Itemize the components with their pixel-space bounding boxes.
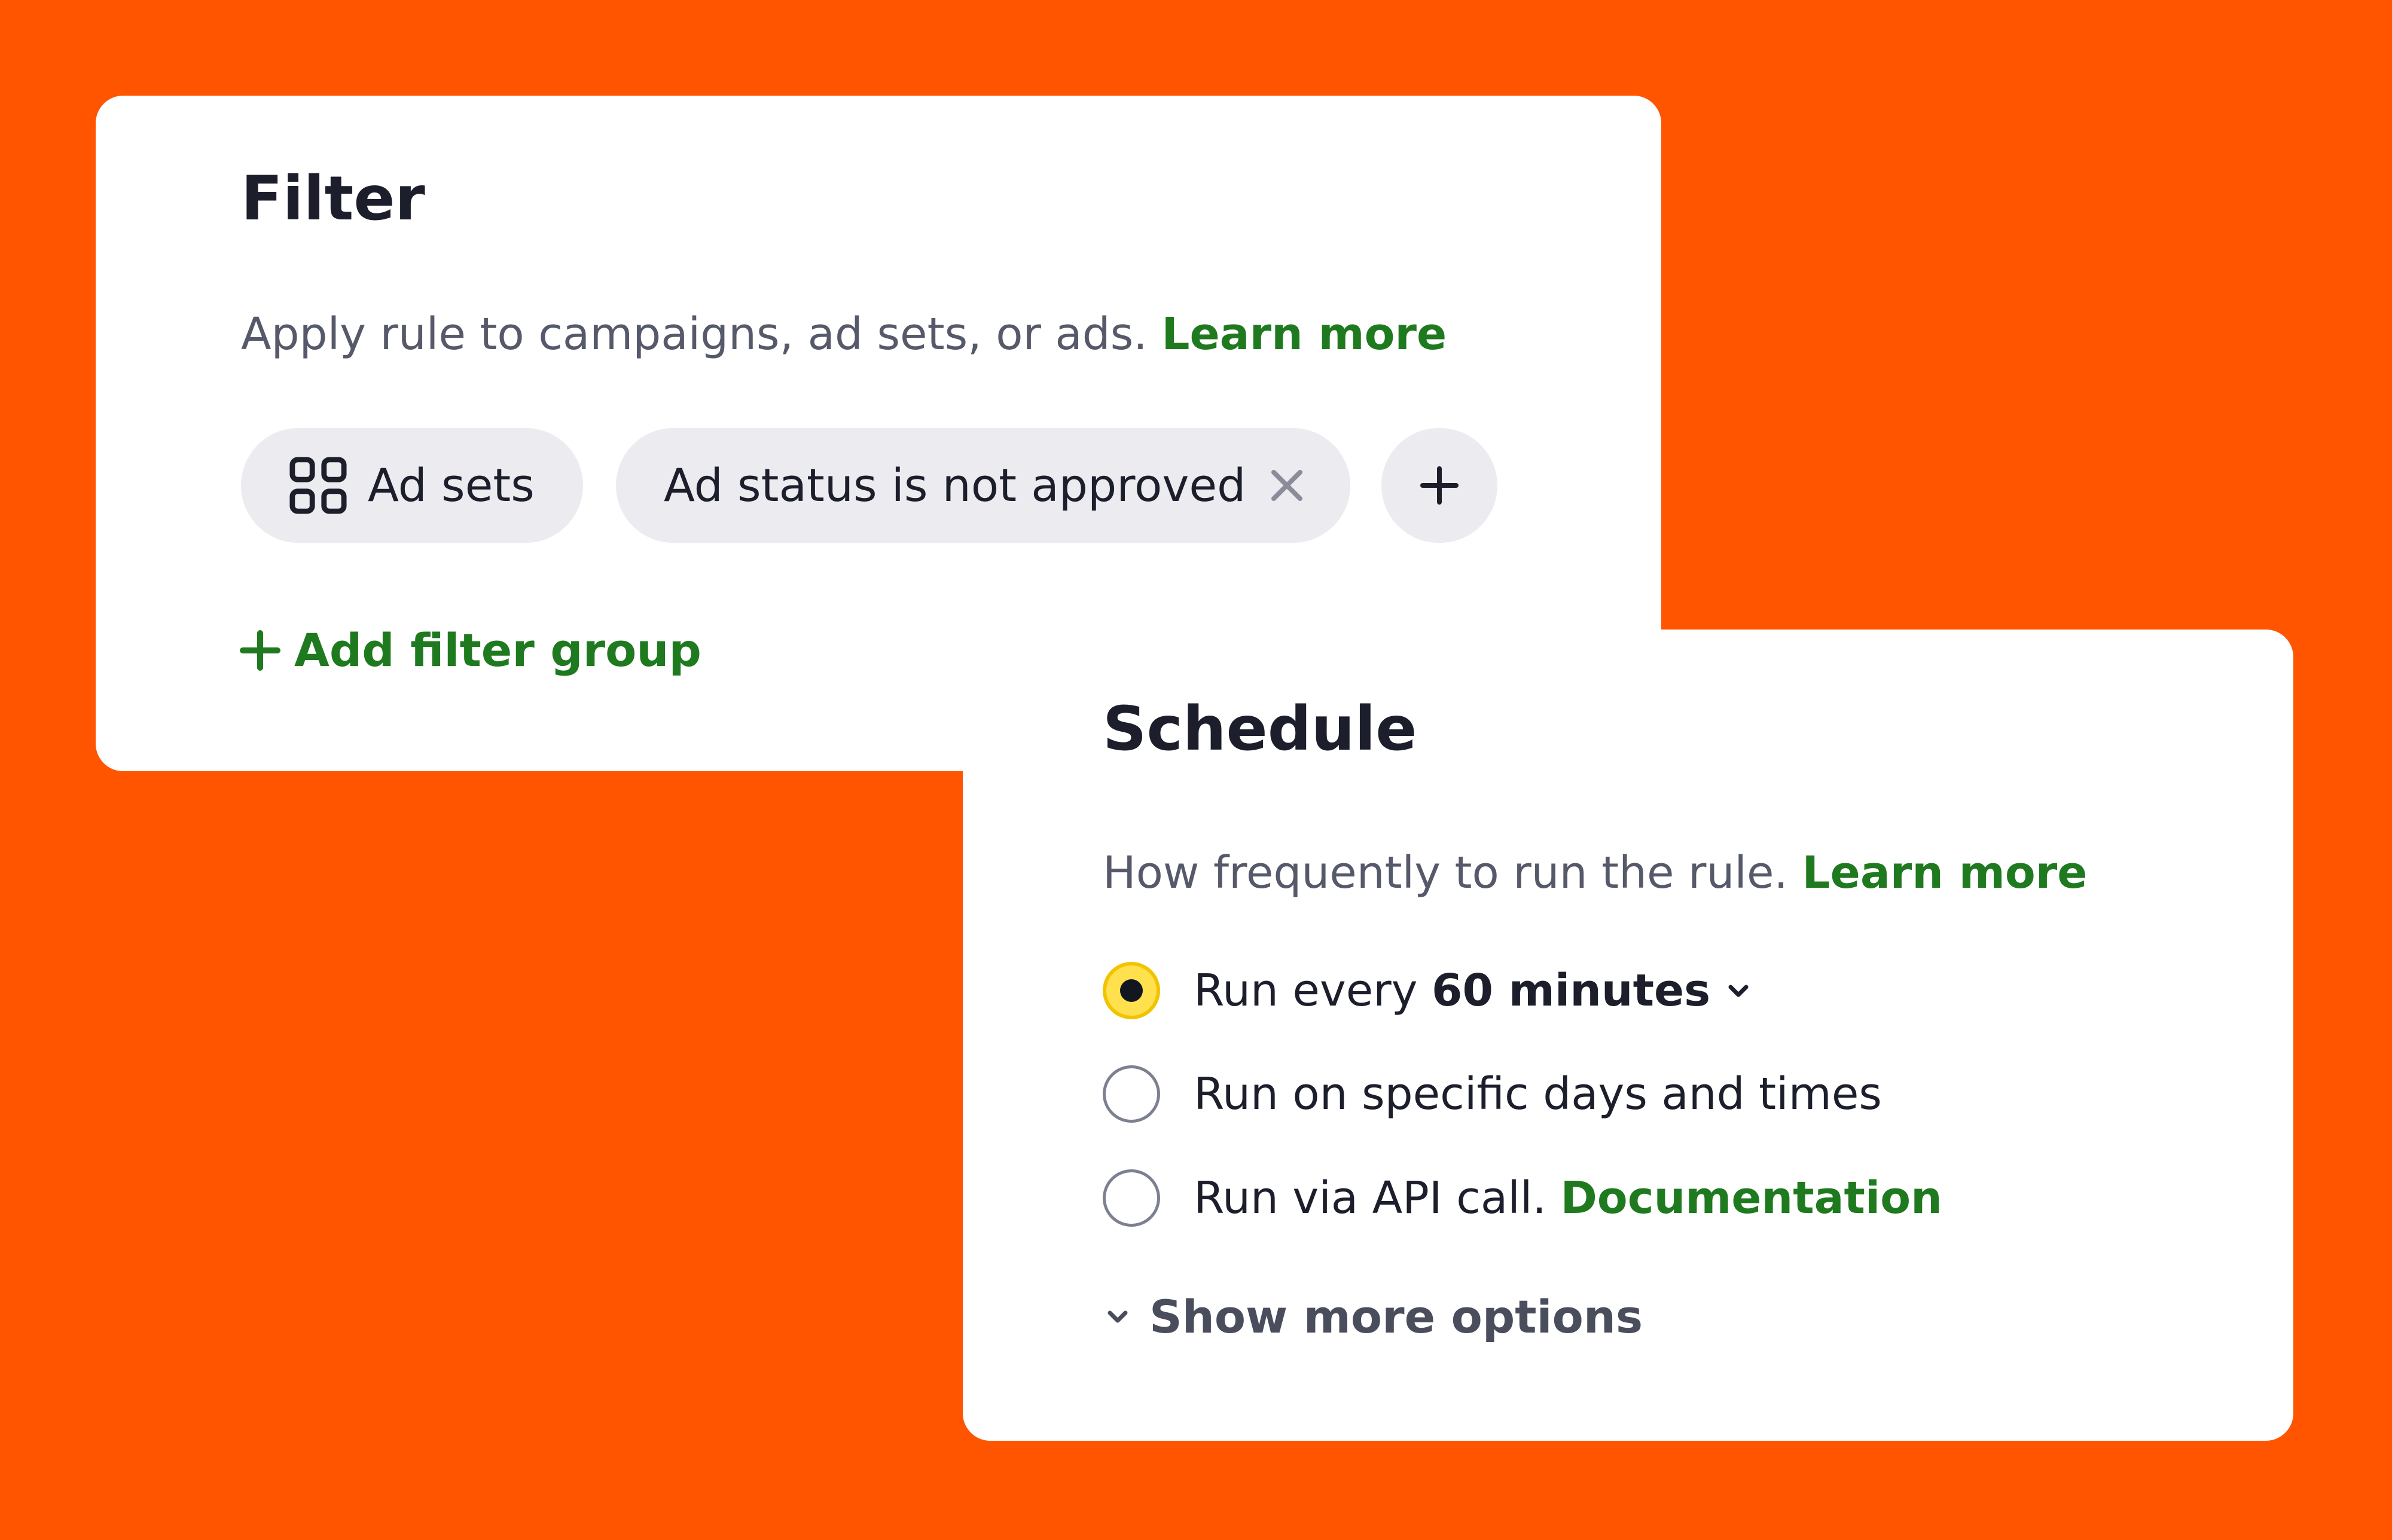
schedule-option-interval[interactable]: Run every 60 minutes bbox=[1103, 962, 1753, 1019]
show-more-options-label: Show more options bbox=[1149, 1290, 1643, 1343]
schedule-description-text: How frequently to run the rule. bbox=[1103, 847, 1788, 899]
filter-description-text: Apply rule to campaigns, ad sets, or ads… bbox=[241, 308, 1148, 360]
add-filter-group-button[interactable]: Add filter group bbox=[239, 628, 701, 673]
schedule-option-interval-label: Run every 60 minutes bbox=[1194, 968, 1753, 1013]
ad-sets-chip-label: Ad sets bbox=[368, 459, 535, 512]
radio-unselected[interactable] bbox=[1103, 1169, 1160, 1227]
interval-dropdown[interactable]: 60 minutes bbox=[1432, 968, 1753, 1013]
close-icon[interactable] bbox=[1265, 464, 1308, 507]
radio-unselected[interactable] bbox=[1103, 1065, 1160, 1123]
add-filter-button[interactable] bbox=[1381, 428, 1497, 543]
ad-status-filter-chip[interactable]: Ad status is not approved bbox=[616, 428, 1350, 543]
ad-sets-chip[interactable]: Ad sets bbox=[241, 428, 583, 543]
radio-selected[interactable] bbox=[1103, 962, 1160, 1019]
schedule-option-api-call[interactable]: Run via API call. Documentation bbox=[1103, 1169, 1942, 1227]
schedule-option-api-call-label: Run via API call. Documentation bbox=[1194, 1176, 1942, 1220]
schedule-option-specific-days-label: Run on specific days and times bbox=[1194, 1068, 1882, 1120]
documentation-link[interactable]: Documentation bbox=[1560, 1172, 1942, 1224]
interval-value: 60 minutes bbox=[1432, 965, 1711, 1016]
schedule-card: Schedule How frequently to run the rule.… bbox=[963, 630, 2293, 1441]
chevron-down-icon bbox=[1107, 1310, 1128, 1323]
filter-title: Filter bbox=[241, 163, 425, 234]
run-every-label: Run every bbox=[1194, 965, 1418, 1016]
show-more-options-toggle[interactable]: Show more options bbox=[1103, 1294, 1643, 1340]
schedule-option-specific-days[interactable]: Run on specific days and times bbox=[1103, 1065, 1882, 1123]
api-call-label: Run via API call. bbox=[1194, 1172, 1546, 1224]
plus-icon bbox=[240, 630, 280, 671]
ad-status-filter-label: Ad status is not approved bbox=[664, 459, 1246, 512]
page-background: Filter Apply rule to campaigns, ad sets,… bbox=[0, 0, 2392, 1540]
plus-icon bbox=[1420, 466, 1459, 505]
schedule-title: Schedule bbox=[1103, 693, 1417, 765]
add-filter-group-label: Add filter group bbox=[294, 624, 701, 677]
filter-description: Apply rule to campaigns, ad sets, or ads… bbox=[241, 312, 1447, 356]
schedule-description: How frequently to run the rule. Learn mo… bbox=[1103, 851, 2087, 895]
filter-learn-more-link[interactable]: Learn more bbox=[1161, 308, 1447, 360]
chevron-down-icon bbox=[1728, 985, 1749, 997]
schedule-learn-more-link[interactable]: Learn more bbox=[1802, 847, 2088, 899]
grid-icon bbox=[289, 456, 347, 515]
